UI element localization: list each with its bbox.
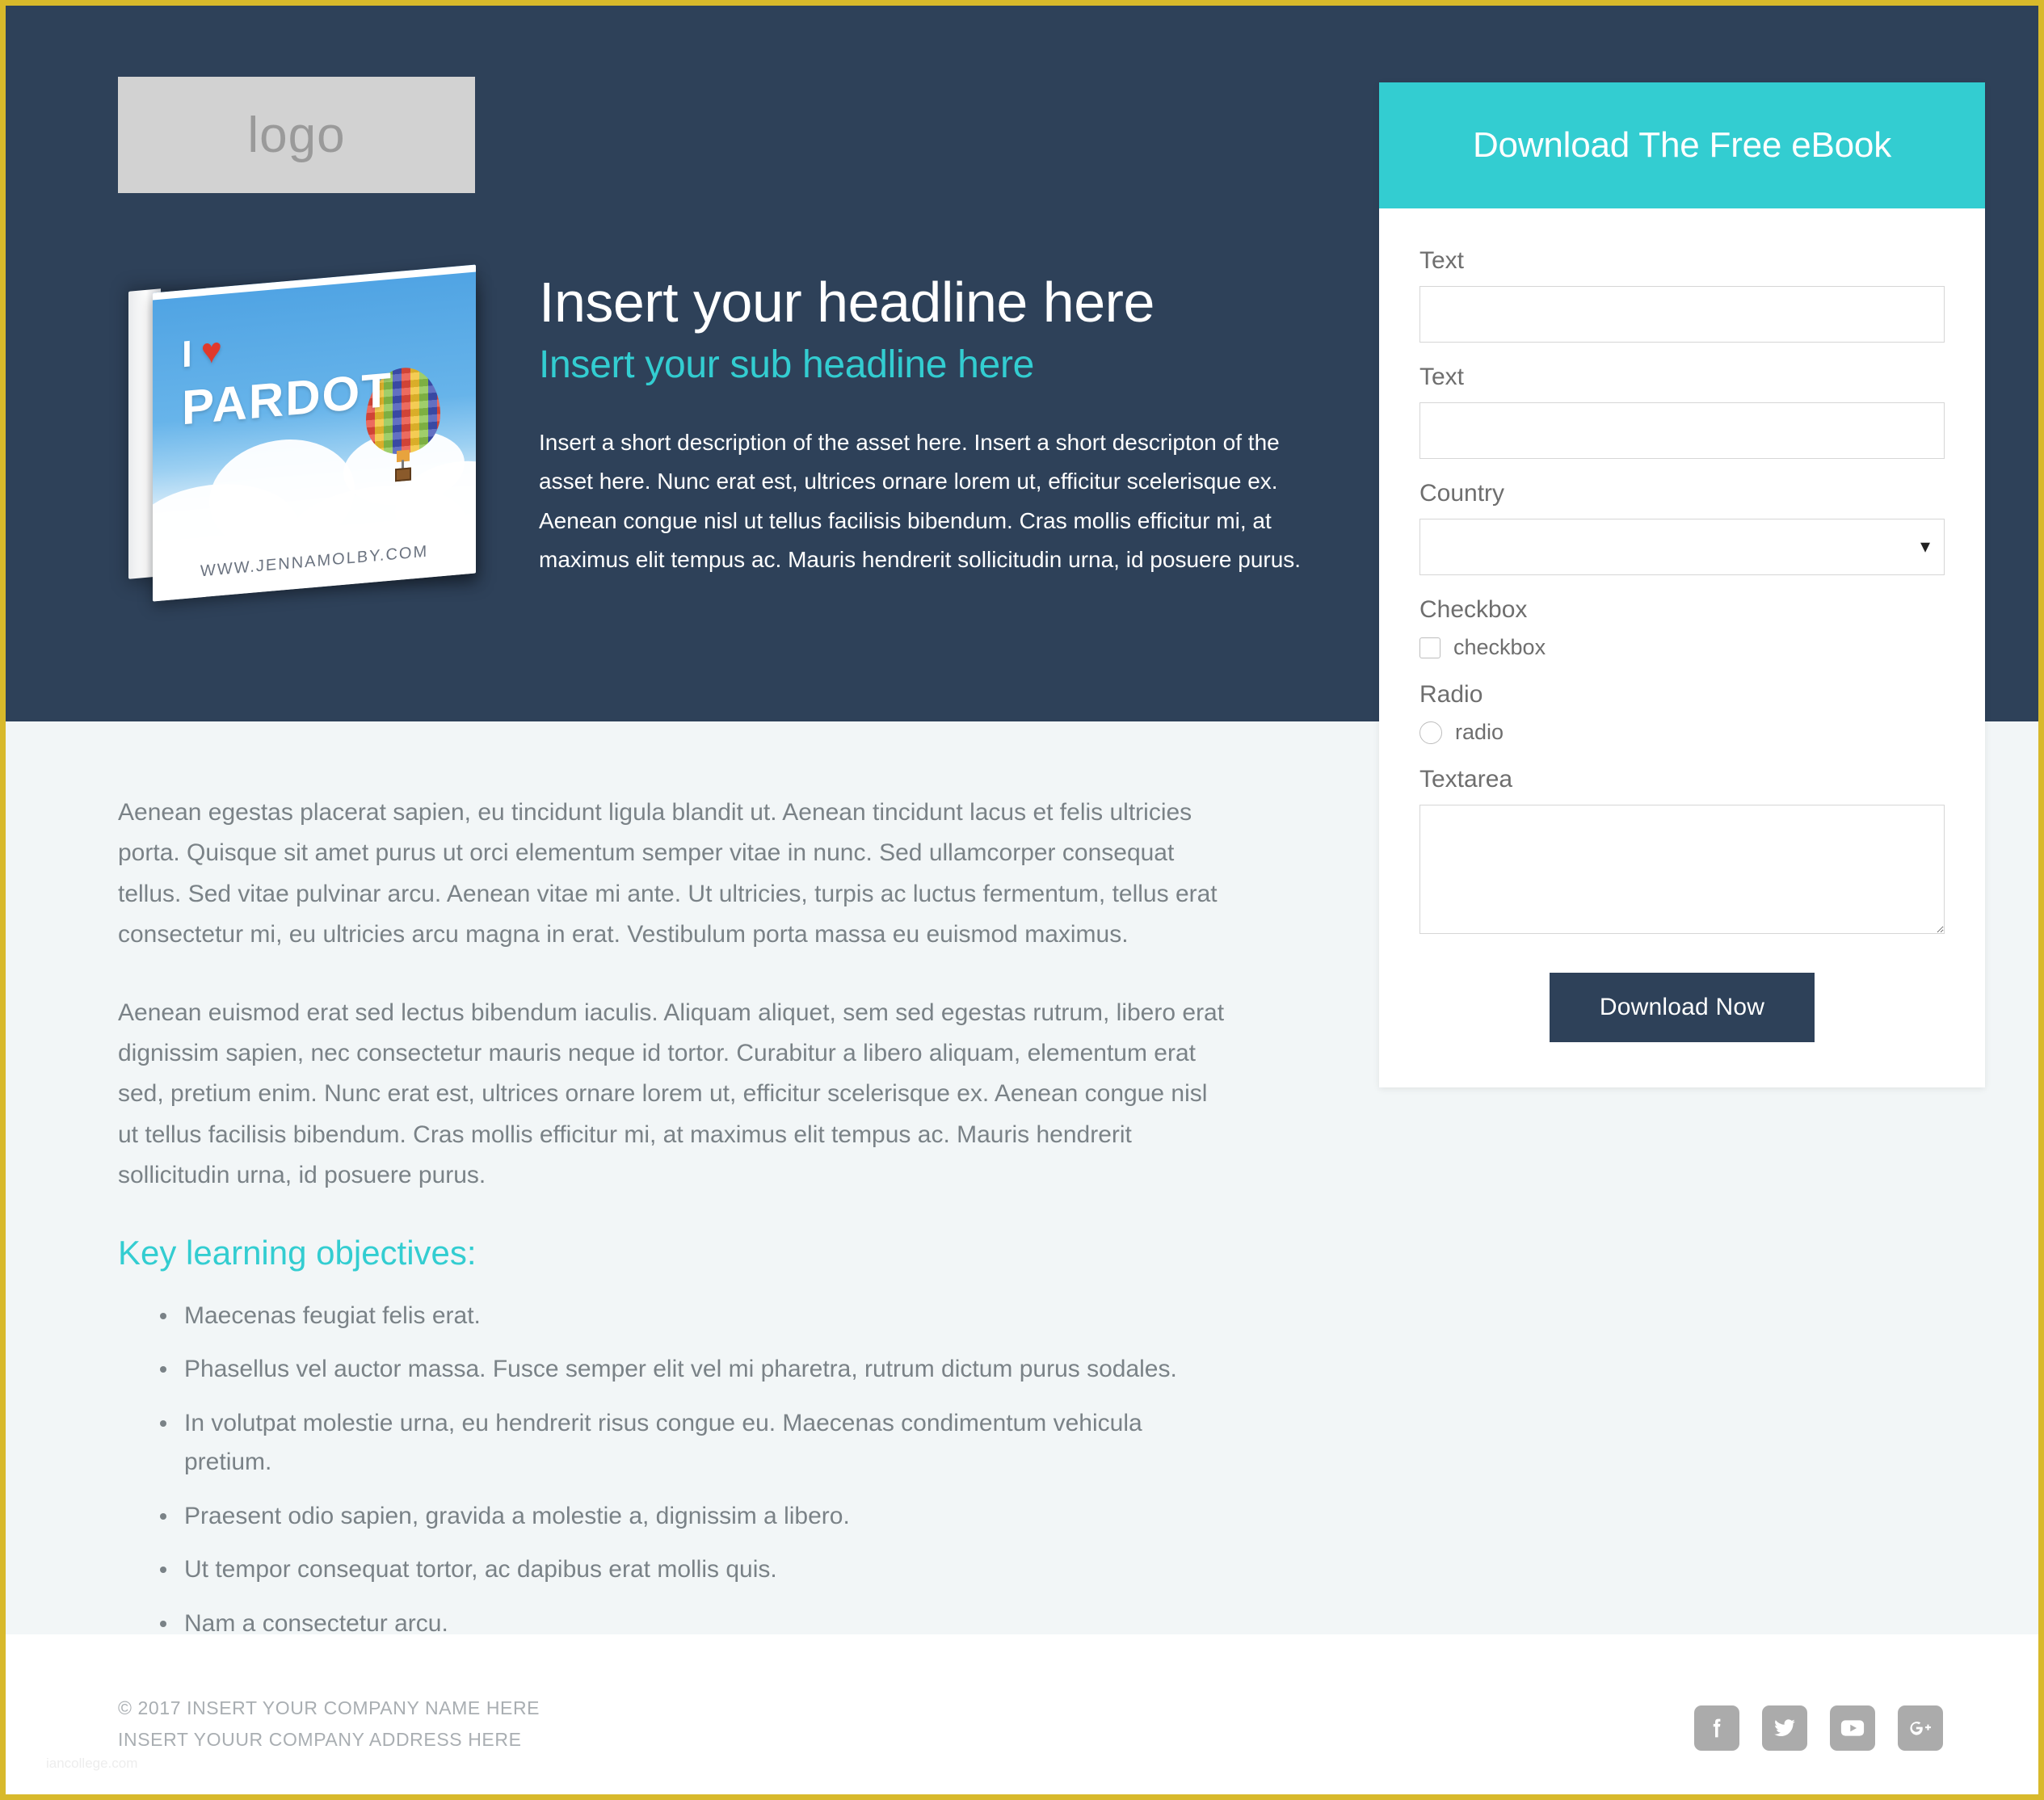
footer: © 2017 INSERT YOUR COMPANY NAME HERE INS… — [6, 1634, 2038, 1794]
list-item: Ut tempor consequat tortor, ac dapibus e… — [160, 1550, 1226, 1590]
field-label-text-1: Text — [1419, 247, 1465, 274]
balloon-basket — [395, 467, 411, 482]
footer-company-info: © 2017 INSERT YOUR COMPANY NAME HERE INS… — [118, 1693, 540, 1756]
body-paragraph-2: Aenean euismod erat sed lectus bibendum … — [118, 999, 1225, 1189]
form-field-text-1: Text — [1419, 247, 1945, 343]
form-field-country: Country ▾ — [1419, 480, 1945, 575]
ebook-cover-image: I ♥ PARDOT WWW.JENNAMOLBY.COM — [120, 264, 484, 602]
textarea-input[interactable] — [1419, 805, 1945, 934]
page-headline: Insert your headline here — [539, 271, 1154, 334]
list-item: In volutpat molestie urna, eu hendrerit … — [160, 1404, 1226, 1482]
form-field-textarea: Textarea — [1419, 766, 1945, 934]
list-item: Praesent odio sapien, gravida a molestie… — [160, 1497, 1226, 1537]
text-input-1[interactable] — [1419, 286, 1945, 343]
text-input-2[interactable] — [1419, 402, 1945, 459]
download-now-button[interactable]: Download Now — [1549, 973, 1815, 1042]
field-label-textarea: Textarea — [1419, 766, 1513, 793]
twitter-icon[interactable] — [1762, 1705, 1807, 1751]
ebook-cover-title: I ♥ PARDOT — [182, 318, 393, 435]
radio-option-label[interactable]: radio — [1455, 720, 1504, 745]
country-select[interactable] — [1419, 519, 1945, 575]
page-subheadline: Insert your sub headline here — [539, 343, 1035, 386]
field-label-radio: Radio — [1419, 681, 1483, 708]
checkbox-input[interactable] — [1419, 637, 1440, 658]
radio-row: radio — [1419, 720, 1945, 745]
country-select-wrap: ▾ — [1419, 519, 1945, 575]
objectives-title: Key learning objectives: — [118, 1233, 477, 1272]
field-label-country: Country — [1419, 480, 1505, 507]
form-field-checkbox: Checkbox checkbox — [1419, 596, 1945, 660]
hero-copy: Insert your headline here Insert your su… — [539, 271, 1314, 579]
ebook-front-cover: I ♥ PARDOT WWW.JENNAMOLBY.COM — [153, 264, 476, 602]
form-body: Text Text Country ▾ Checkbox checkbox Ra… — [1379, 208, 1985, 1087]
ebook-cover-line1: I — [182, 332, 193, 376]
hero-description: Insert a short description of the asset … — [539, 430, 1302, 572]
facebook-icon[interactable] — [1694, 1705, 1739, 1751]
logo-placeholder[interactable]: logo — [118, 77, 475, 193]
checkbox-option-label[interactable]: checkbox — [1453, 635, 1546, 660]
list-item: Phasellus vel auctor massa. Fusce semper… — [160, 1350, 1226, 1390]
heart-icon: ♥ — [200, 330, 223, 372]
googleplus-icon[interactable] — [1898, 1705, 1943, 1751]
youtube-icon[interactable] — [1830, 1705, 1875, 1751]
footer-address: INSERT YOUUR COMPANY ADDRESS HERE — [118, 1729, 522, 1751]
logo-placeholder-label: logo — [247, 107, 346, 163]
field-label-text-2: Text — [1419, 364, 1465, 390]
ebook-cover-line2: PARDOT — [182, 362, 393, 435]
ebook-top-edge — [153, 264, 476, 301]
download-form-card: Download The Free eBook Text Text Countr… — [1379, 82, 1985, 1087]
body-paragraph-1: Aenean egestas placerat sapien, eu tinci… — [118, 799, 1218, 948]
form-header: Download The Free eBook — [1379, 82, 1985, 208]
field-label-checkbox: Checkbox — [1419, 596, 1528, 623]
content-inner: Aenean egestas placerat sapien, eu tinci… — [6, 721, 1226, 1644]
footer-copyright: © 2017 INSERT YOUR COMPANY NAME HERE — [118, 1697, 540, 1718]
form-field-text-2: Text — [1419, 364, 1945, 459]
watermark-text: iancollege.com — [46, 1756, 138, 1771]
radio-input[interactable] — [1419, 721, 1442, 744]
submit-wrap: Download Now — [1419, 973, 1945, 1042]
list-item: Maecenas feugiat felis erat. — [160, 1297, 1226, 1336]
form-title: Download The Free eBook — [1472, 125, 1891, 165]
form-field-radio: Radio radio — [1419, 681, 1945, 745]
objectives-list: Maecenas feugiat felis erat. Phasellus v… — [118, 1297, 1226, 1644]
social-links — [1694, 1705, 1943, 1751]
checkbox-row: checkbox — [1419, 635, 1945, 660]
landing-page: logo I ♥ PARDOT WWW.JENNAMOLBY.COM Inser… — [0, 0, 2044, 1800]
